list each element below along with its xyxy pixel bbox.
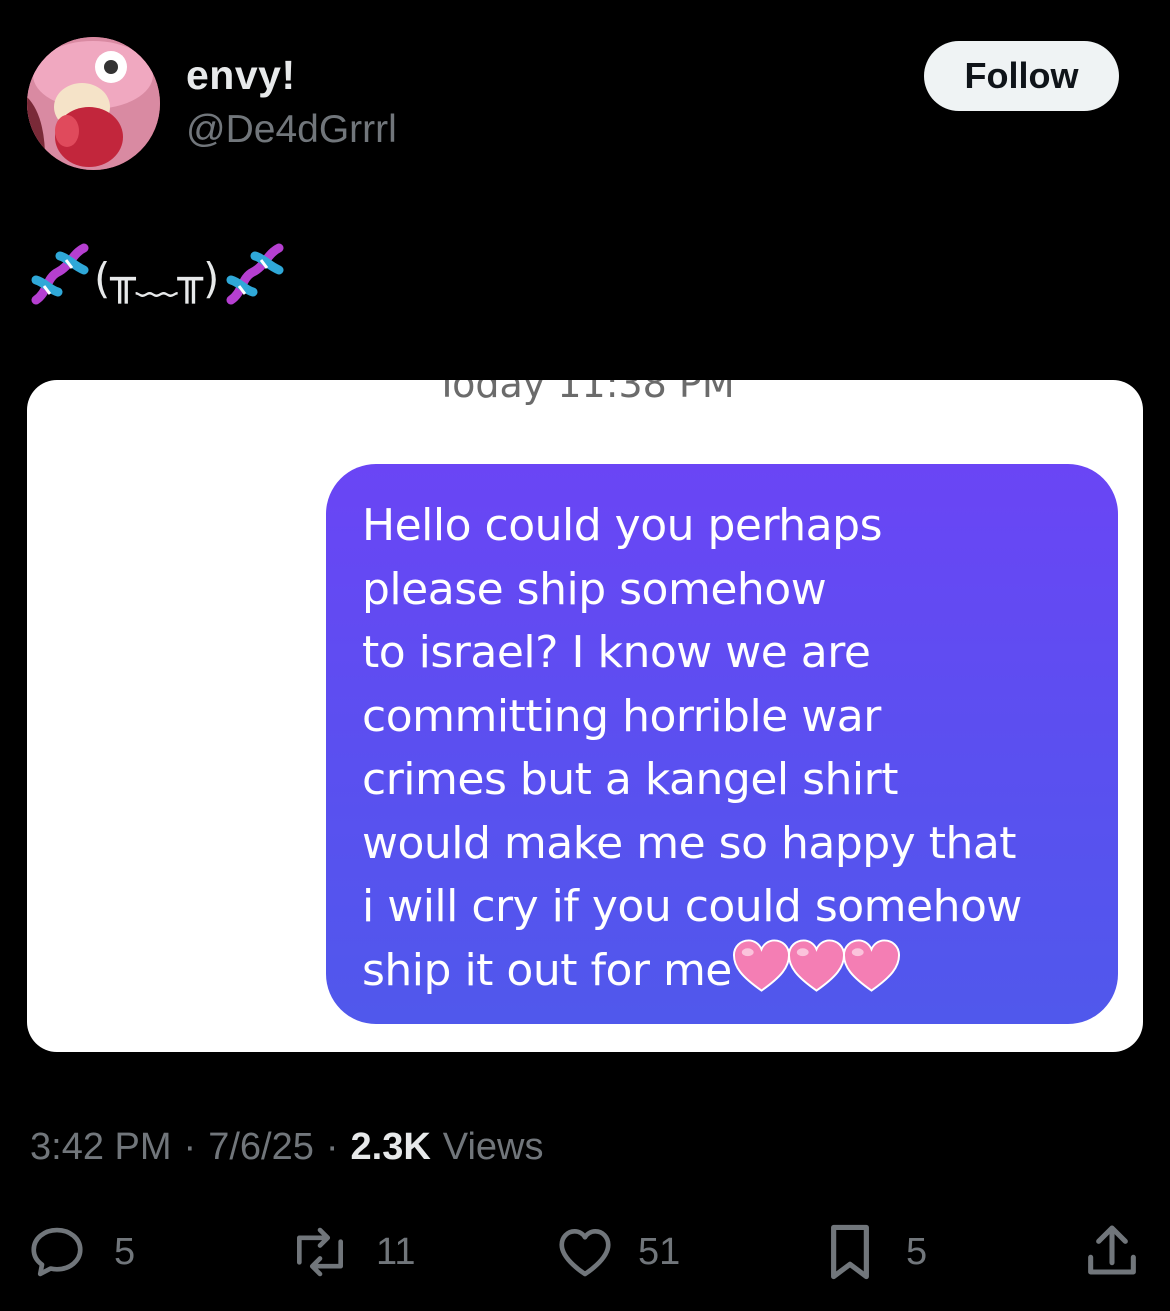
tweet-meta: 3:42 PM · 7/6/25 · 2.3K Views [30,1126,543,1169]
dna-emoji-icon [31,243,89,305]
reply-button[interactable]: 5 [26,1215,135,1289]
pink-hearts [732,938,900,993]
bookmark-icon [831,1224,869,1280]
tweet-kaomoji: (╥﹏╥) [94,253,220,303]
bookmark-button[interactable]: 5 [820,1215,927,1289]
media-timestamp: Today 11:38 PM [435,380,735,406]
reply-icon [31,1227,83,1277]
heart-icon [559,1229,611,1277]
repost-icon [297,1227,343,1277]
pink-heart-icon [732,938,790,992]
meta-separator: · [325,1126,339,1168]
pink-heart-icon [842,938,900,992]
like-count: 51 [638,1230,681,1273]
message-text: Hello could you perhaps please ship some… [362,500,1022,996]
author-display-name[interactable]: envy! [186,52,296,99]
follow-button[interactable]: Follow [924,41,1119,111]
action-bar: 5 11 51 5 [0,1215,1170,1295]
reply-count: 5 [114,1230,136,1273]
views-label: Views [442,1126,544,1168]
tweet-date[interactable]: 7/6/25 [208,1126,314,1169]
message-bubble: Hello could you perhaps please ship some… [326,464,1118,1024]
share-icon [1088,1225,1136,1275]
share-button[interactable] [1080,1215,1144,1289]
tweet-media-image[interactable]: Today 11:38 PM Hello could you perhaps p… [27,380,1143,1052]
repost-button[interactable]: 11 [286,1215,415,1289]
repost-count: 11 [376,1230,416,1273]
meta-separator: · [183,1126,197,1168]
tweet-time[interactable]: 3:42 PM [30,1126,172,1169]
like-button[interactable]: 51 [554,1215,680,1289]
tweet-text: (╥﹏╥) [28,240,285,310]
author-handle[interactable]: @De4dGrrrl [186,108,397,152]
avatar-image [27,37,160,170]
views-count[interactable]: 2.3K [351,1126,431,1169]
dna-emoji-icon [226,243,284,305]
bookmark-count: 5 [906,1230,928,1273]
pink-heart-icon [787,938,845,992]
author-avatar[interactable] [27,37,160,170]
